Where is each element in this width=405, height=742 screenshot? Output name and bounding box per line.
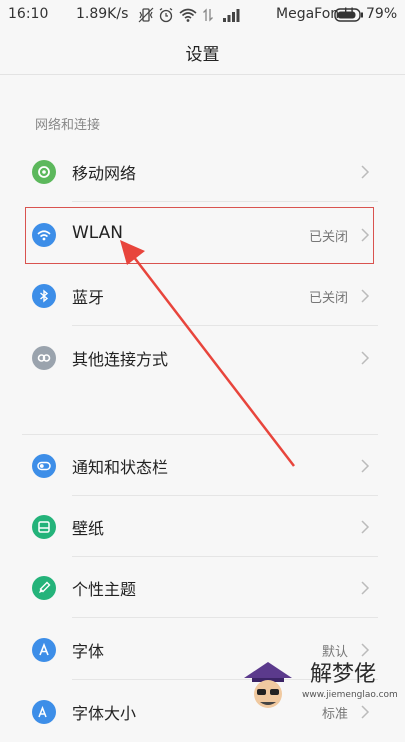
watermark: 解梦佬 www.jiemenglao.com	[230, 656, 400, 710]
mascot-logo-icon	[244, 662, 292, 708]
watermark-url: www.jiemenglao.com	[302, 690, 398, 700]
watermark-title: 解梦佬	[310, 662, 377, 687]
annotation-arrow	[120, 240, 295, 467]
